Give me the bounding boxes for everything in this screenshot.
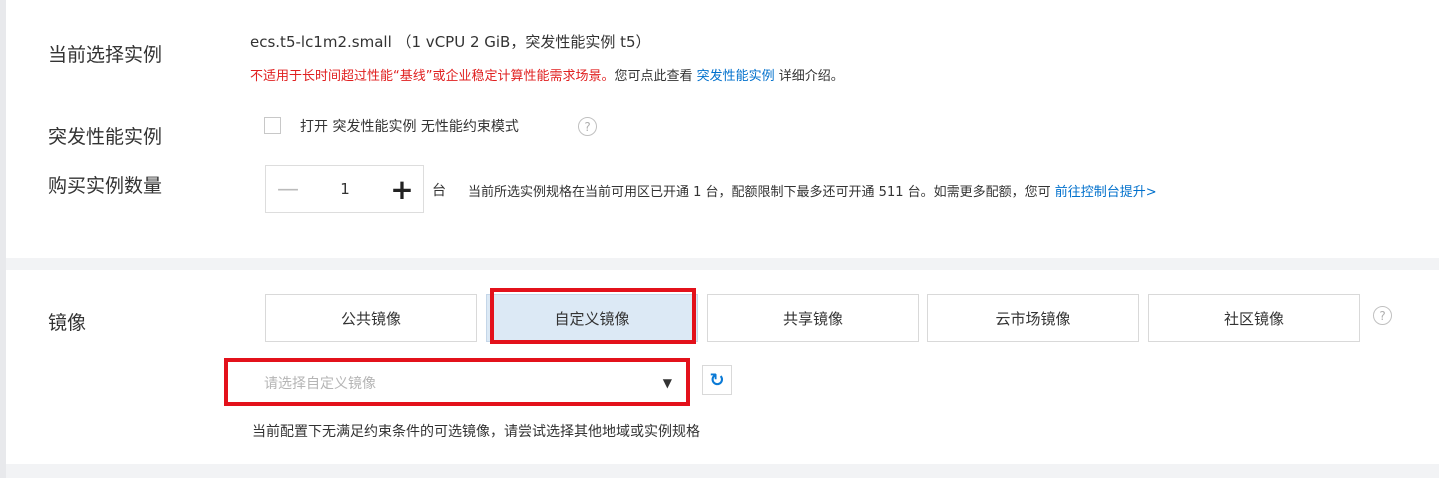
refresh-icon[interactable]: ↻ xyxy=(702,365,732,395)
instance-warning: 不适用于长时间超过性能“基线”或企业稳定计算性能需求场景。您可点此查看 突发性能… xyxy=(250,65,844,84)
quota-text: 当前所选实例规格在当前可用区已开通 1 台，配额限制下最多还可开通 511 台。… xyxy=(468,185,1055,200)
select-placeholder: 请选择自定义镜像 xyxy=(264,376,376,392)
image-label: 镜像 xyxy=(48,312,87,334)
quantity-stepper: — 1 + xyxy=(265,165,424,213)
question-circle-icon[interactable]: ? xyxy=(578,117,597,136)
tab-public-image[interactable]: 公共镜像 xyxy=(265,294,477,342)
quantity-input[interactable]: 1 xyxy=(310,166,380,212)
warning-red-text: 不适用于长时间超过性能“基线”或企业稳定计算性能需求场景。 xyxy=(250,69,615,84)
quota-increase-link[interactable]: 前往控制台提升> xyxy=(1055,185,1157,200)
custom-image-select[interactable]: 请选择自定义镜像 ▼ xyxy=(252,364,686,402)
no-image-hint: 当前配置下无满足约束条件的可选镜像，请尝试选择其他地域或实例规格 xyxy=(252,424,700,440)
decrement-button[interactable]: — xyxy=(266,166,310,212)
quantity-unit: 台 xyxy=(432,183,446,199)
question-circle-icon[interactable]: ? xyxy=(1373,306,1392,325)
chevron-down-icon[interactable]: ▼ xyxy=(663,376,672,390)
warning-suffix: 详细介绍。 xyxy=(774,69,844,84)
quantity-label: 购买实例数量 xyxy=(48,175,163,197)
burst-instance-link[interactable]: 突发性能实例 xyxy=(697,69,775,84)
tab-shared-image[interactable]: 共享镜像 xyxy=(707,294,919,342)
instance-config-card xyxy=(6,0,1439,258)
quota-info: 当前所选实例规格在当前可用区已开通 1 台，配额限制下最多还可开通 511 台。… xyxy=(468,181,1157,200)
tab-custom-image[interactable]: 自定义镜像 xyxy=(486,294,698,342)
warning-text: 您可点此查看 xyxy=(614,69,697,84)
burst-unlimited-checkbox[interactable] xyxy=(264,117,281,134)
instance-spec: ecs.t5-lc1m2.small （1 vCPU 2 GiB，突发性能实例 … xyxy=(250,33,651,51)
instance-label: 当前选择实例 xyxy=(48,44,163,66)
burst-unlimited-label[interactable]: 打开 突发性能实例 无性能约束模式 xyxy=(300,116,519,136)
tab-marketplace-image[interactable]: 云市场镜像 xyxy=(927,294,1139,342)
tab-community-image[interactable]: 社区镜像 xyxy=(1148,294,1360,342)
burst-label: 突发性能实例 xyxy=(48,126,163,148)
increment-button[interactable]: + xyxy=(380,166,424,212)
